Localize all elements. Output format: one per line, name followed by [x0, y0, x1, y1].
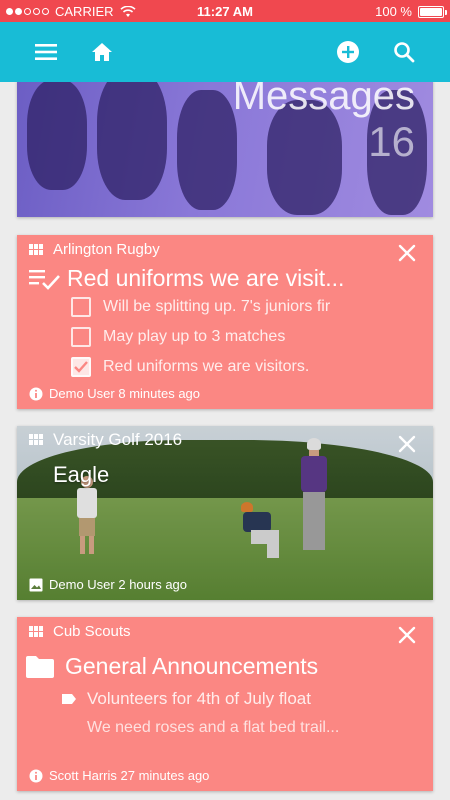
- battery-percent: 100 %: [375, 4, 412, 19]
- photo-title: Eagle: [53, 462, 110, 487]
- post-card-rugby[interactable]: Arlington Rugby Red uniforms we are visi…: [17, 235, 433, 409]
- post-card-golf[interactable]: Varsity Golf 2016 Eagle Demo User 2 hour…: [17, 426, 433, 600]
- messages-card[interactable]: Messages 16: [17, 82, 433, 217]
- headline-text: Red uniforms we are visit...: [67, 265, 345, 291]
- folder-icon: [26, 655, 54, 678]
- group-name: Arlington Rugby: [53, 241, 160, 258]
- close-icon[interactable]: [395, 241, 419, 265]
- checkbox-checked[interactable]: [71, 357, 91, 377]
- image-icon: [29, 578, 43, 591]
- checkbox-unchecked[interactable]: [71, 297, 91, 317]
- photo-overlay: [17, 426, 433, 600]
- checklist-item[interactable]: Red uniforms we are visitors.: [71, 357, 351, 377]
- checklist-icon: [29, 269, 60, 290]
- app-bar: [0, 22, 450, 82]
- card-footer: Scott Harris 27 minutes ago: [29, 768, 209, 783]
- group-grid-icon: [29, 243, 43, 255]
- carrier-label: CARRIER: [55, 4, 114, 19]
- status-left: CARRIER: [6, 4, 136, 19]
- runner-silhouette: [27, 82, 87, 190]
- post-body: We need roses and a flat bed trail...: [87, 719, 340, 736]
- messages-count: 16: [368, 118, 415, 165]
- info-icon: [29, 769, 43, 782]
- messages-title: Messages: [232, 82, 415, 118]
- checkbox-unchecked[interactable]: [71, 327, 91, 347]
- footer-text: Demo User 2 hours ago: [49, 577, 188, 592]
- group-grid-icon: [29, 625, 43, 637]
- headline-text: General Announcements: [65, 653, 319, 679]
- group-grid-icon: [29, 434, 43, 445]
- footer-text: Demo User 8 minutes ago: [49, 386, 201, 401]
- search-button[interactable]: [386, 34, 422, 70]
- add-circle-icon: [337, 41, 359, 63]
- home-icon: [92, 43, 112, 61]
- post-subheadline: Volunteers for 4th of July float: [61, 689, 311, 709]
- card-group-header: Arlington Rugby: [29, 241, 160, 258]
- runner-silhouette: [177, 90, 237, 210]
- card-footer: Demo User 8 minutes ago: [29, 386, 200, 401]
- menu-button[interactable]: [28, 34, 64, 70]
- card-group-header: Varsity Golf 2016: [29, 430, 182, 450]
- search-icon: [394, 42, 415, 63]
- checklist-item-text: Will be splitting up. 7's juniors fir: [103, 298, 331, 315]
- label-tag-icon: [62, 694, 76, 704]
- checklist-item-text: May play up to 3 matches: [103, 328, 286, 345]
- signal-strength-icon: [6, 8, 49, 15]
- post-headline: Red uniforms we are visit...: [29, 265, 344, 292]
- group-name: Varsity Golf 2016: [53, 430, 183, 449]
- status-bar: CARRIER 11:27 AM 100 %: [0, 0, 450, 22]
- menu-icon: [35, 44, 57, 60]
- card-group-header: Cub Scouts: [29, 623, 131, 640]
- footer-text: Scott Harris 27 minutes ago: [49, 768, 210, 783]
- info-icon: [29, 387, 43, 400]
- card-footer: Demo User 2 hours ago: [29, 577, 187, 592]
- close-icon[interactable]: [395, 432, 419, 456]
- close-icon[interactable]: [395, 623, 419, 647]
- home-button[interactable]: [84, 34, 120, 70]
- group-name: Cub Scouts: [53, 623, 131, 640]
- add-button[interactable]: [330, 34, 366, 70]
- status-right: 100 %: [375, 4, 447, 19]
- checklist-item[interactable]: Will be splitting up. 7's juniors fir: [71, 297, 351, 317]
- post-card-scouts[interactable]: Cub Scouts General Announcements Volunte…: [17, 617, 433, 791]
- feed: Messages 16 Arlington Rugby Red uniforms…: [0, 82, 450, 800]
- check-icon: [74, 361, 88, 373]
- checklist-item-text: Red uniforms we are visitors.: [103, 358, 310, 375]
- battery-icon: [418, 5, 447, 18]
- wifi-icon: [119, 5, 136, 17]
- post-headline: General Announcements: [25, 653, 318, 680]
- checklist-item[interactable]: May play up to 3 matches: [71, 327, 351, 347]
- subheadline-text: Volunteers for 4th of July float: [87, 689, 311, 708]
- runner-silhouette: [97, 82, 167, 200]
